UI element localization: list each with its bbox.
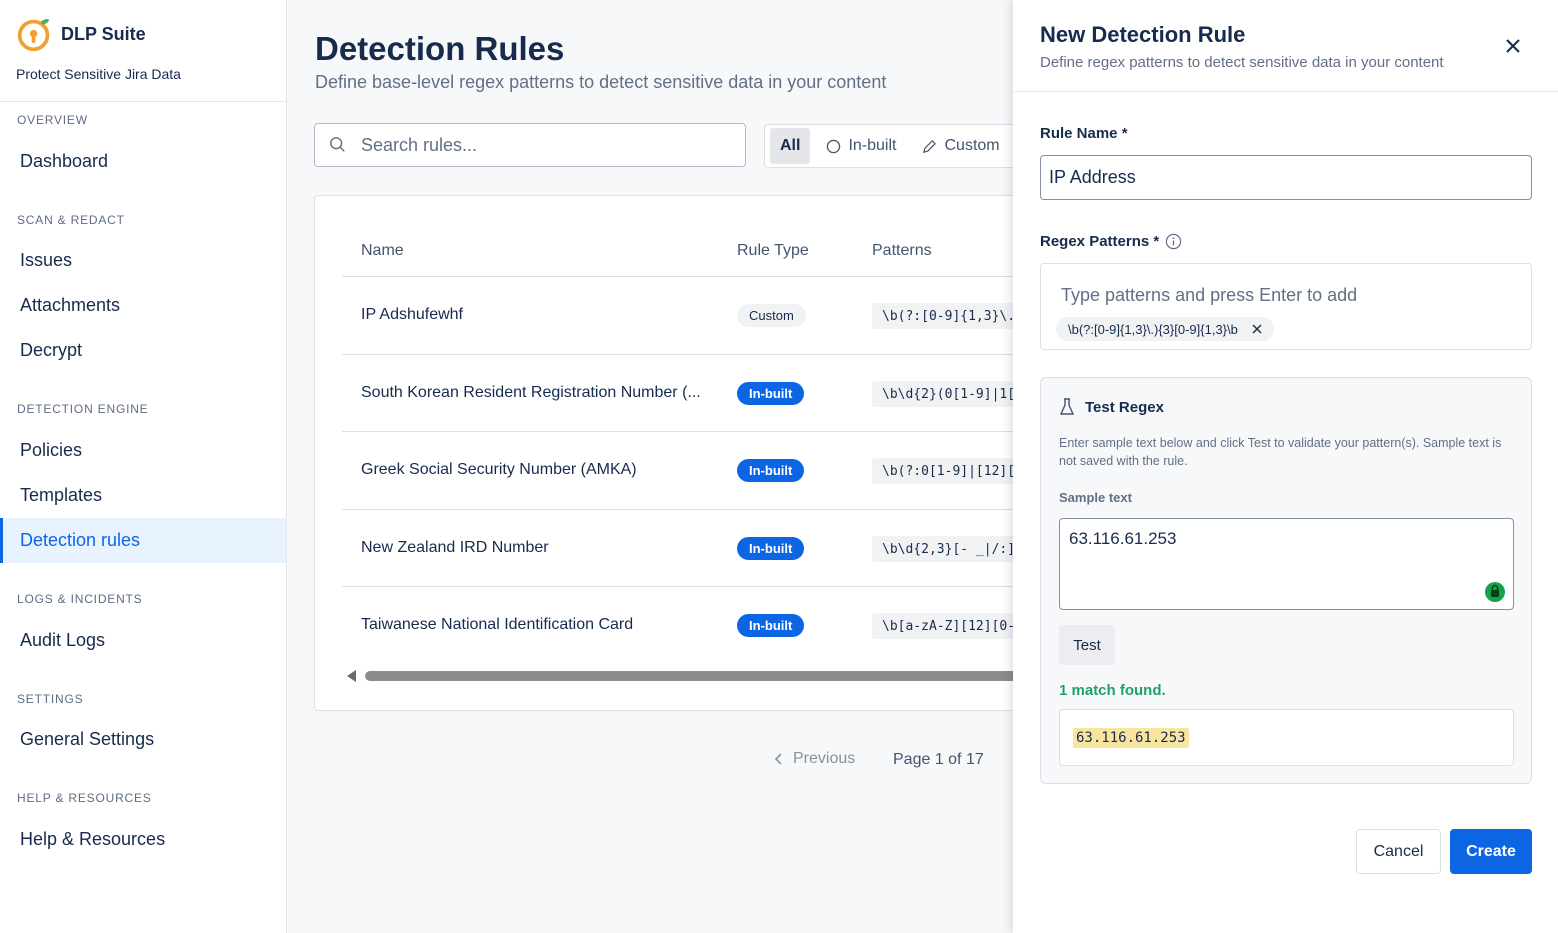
search-icon [330, 137, 345, 152]
previous-label: Previous [793, 750, 856, 767]
rule-name-input[interactable]: IP Address [1040, 155, 1532, 200]
nav-section-help: HELP & RESOURCES [17, 791, 152, 805]
sidebar-item-issues[interactable]: Issues [0, 238, 286, 283]
nav-section-detection: DETECTION ENGINE [17, 402, 149, 416]
flask-icon [1059, 398, 1075, 415]
previous-page-button[interactable]: Previous [773, 750, 855, 768]
test-regex-header: Test Regex [1059, 398, 1164, 416]
filter-all-label: All [780, 137, 801, 154]
cancel-button[interactable]: Cancel [1356, 829, 1441, 874]
test-regex-section: Test Regex Enter sample text below and c… [1040, 377, 1532, 784]
rule-name: Greek Social Security Number (AMKA) [361, 461, 637, 478]
sidebar-item-templates[interactable]: Templates [0, 473, 286, 518]
close-icon[interactable] [1503, 36, 1523, 56]
test-button[interactable]: Test [1059, 625, 1115, 665]
test-regex-title: Test Regex [1085, 398, 1164, 416]
horizontal-scrollbar[interactable] [347, 670, 1053, 682]
sample-text-value: 63.116.61.253 [1069, 529, 1177, 548]
filter-all[interactable]: All [770, 128, 811, 164]
rule-name: Taiwanese National Identification Card [361, 616, 634, 633]
regex-patterns-input[interactable]: Type patterns and press Enter to add \b(… [1040, 263, 1532, 350]
sample-text-label: Sample text [1059, 490, 1132, 505]
regex-patterns-label: Regex Patterns * [1040, 233, 1160, 250]
page-indicator: Page 1 of 17 [893, 751, 984, 768]
table-row[interactable]: IP Adshufewhf Custom \b(?:[0-9]{1,3}\.){… [342, 276, 1053, 354]
rule-type-badge: Custom [737, 304, 806, 327]
sidebar-item-decrypt[interactable]: Decrypt [0, 328, 286, 373]
scroll-thumb[interactable] [365, 671, 1053, 681]
new-rule-panel: New Detection Rule Define regex patterns… [1013, 0, 1558, 933]
sample-text-input[interactable]: 63.116.61.253 [1059, 518, 1514, 610]
dlp-logo-icon [17, 19, 50, 52]
table-row[interactable]: New Zealand IRD Number In-built \b\d{2,3… [342, 509, 1053, 587]
panel-header: New Detection Rule Define regex patterns… [1013, 0, 1558, 92]
brand: DLP Suite Protect Sensitive Jira Data [0, 0, 286, 102]
sidebar-item-help-resources[interactable]: Help & Resources [0, 817, 286, 862]
sidebar-item-dashboard[interactable]: Dashboard [0, 139, 286, 184]
nav-section-scan: SCAN & REDACT [17, 213, 125, 227]
regex-patterns-label-row: Regex Patterns * [1040, 233, 1182, 250]
remove-chip-icon[interactable] [1252, 324, 1262, 334]
info-icon[interactable] [1165, 233, 1182, 250]
column-header-patterns[interactable]: Patterns [872, 242, 932, 260]
rule-name-label: Rule Name * [1040, 125, 1128, 142]
test-regex-description: Enter sample text below and click Test t… [1059, 436, 1502, 468]
sidebar-item-detection-rules[interactable]: Detection rules [0, 518, 286, 563]
chevron-left-icon [774, 753, 782, 765]
nav-section-settings: SETTINGS [17, 692, 84, 706]
rule-type-filter: All In-built Custom [764, 124, 1024, 168]
sidebar-item-audit-logs[interactable]: Audit Logs [0, 618, 286, 663]
rule-name: New Zealand IRD Number [361, 539, 549, 556]
rule-type-badge: In-built [737, 614, 805, 637]
brand-subtitle: Protect Sensitive Jira Data [16, 66, 181, 82]
create-button[interactable]: Create [1450, 829, 1532, 874]
nav-section-logs: LOGS & INCIDENTS [17, 592, 143, 606]
table-row[interactable]: Taiwanese National Identification Card I… [342, 586, 1053, 664]
match-result-text: 1 match found. [1059, 682, 1166, 699]
match-result-box: 63.116.61.253 [1059, 709, 1514, 766]
rule-type-badge: In-built [737, 382, 805, 405]
search-box[interactable] [314, 123, 746, 167]
rule-name: IP Adshufewhf [361, 306, 463, 323]
matched-text-highlight: 63.116.61.253 [1073, 727, 1189, 748]
column-header-rule-type[interactable]: Rule Type [737, 242, 809, 260]
brand-name: DLP Suite [61, 24, 146, 44]
column-header-name[interactable]: Name [361, 242, 404, 260]
sidebar-item-policies[interactable]: Policies [0, 428, 286, 473]
search-input[interactable] [361, 134, 741, 156]
filter-custom[interactable]: Custom [912, 128, 1009, 164]
circle-icon [827, 139, 841, 153]
scroll-left-icon[interactable] [347, 670, 356, 682]
rule-type-badge: In-built [737, 459, 805, 482]
filter-custom-label: Custom [944, 137, 1000, 154]
panel-subtitle: Define regex patterns to detect sensitiv… [1040, 54, 1444, 71]
nav-section-overview: OVERVIEW [17, 113, 88, 127]
table-row[interactable]: Greek Social Security Number (AMKA) In-b… [342, 431, 1053, 509]
rule-type-badge: In-built [737, 537, 805, 560]
sidebar-item-general-settings[interactable]: General Settings [0, 717, 286, 762]
sidebar: DLP Suite Protect Sensitive Jira Data OV… [0, 0, 287, 933]
page-subtitle: Define base-level regex patterns to dete… [315, 72, 887, 92]
sidebar-item-attachments[interactable]: Attachments [0, 283, 286, 328]
pencil-icon [923, 139, 937, 153]
panel-title: New Detection Rule [1040, 22, 1246, 47]
patterns-placeholder: Type patterns and press Enter to add [1061, 285, 1358, 305]
pattern-chip: \b(?:[0-9]{1,3}\.){3}[0-9]{1,3}\b [1056, 317, 1274, 341]
table-row[interactable]: South Korean Resident Registration Numbe… [342, 354, 1053, 432]
filter-inbuilt[interactable]: In-built [816, 128, 906, 164]
page-title: Detection Rules [315, 30, 565, 67]
pattern-chip-label: \b(?:[0-9]{1,3}\.){3}[0-9]{1,3}\b [1068, 321, 1238, 337]
filter-inbuilt-label: In-built [848, 137, 897, 154]
grammarly-icon[interactable] [1484, 581, 1506, 603]
rules-table: Name Rule Type Patterns IP Adshufewhf Cu… [314, 195, 1054, 711]
rule-name: South Korean Resident Registration Numbe… [361, 384, 701, 401]
